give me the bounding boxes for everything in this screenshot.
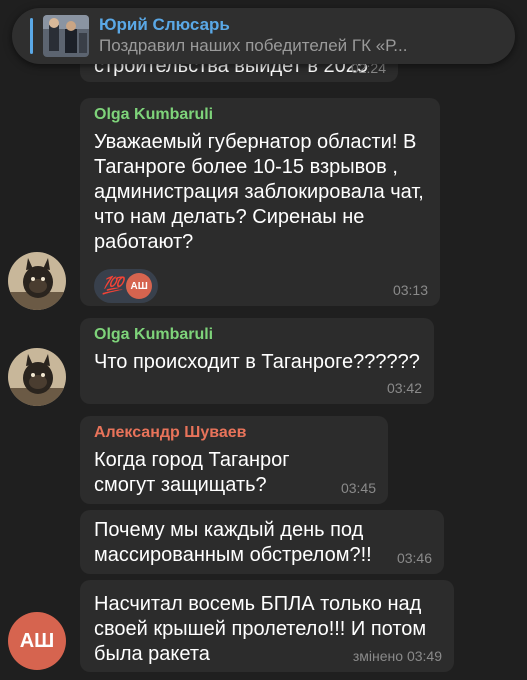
message-time: 03:42 (386, 380, 422, 396)
bulldog-avatar-image (8, 348, 66, 406)
pinned-message-bar[interactable]: Юрий Слюсарь Поздравил наших победителей… (12, 8, 515, 64)
message-time: змінено 03:49 (352, 648, 442, 664)
pinned-snippet: Поздравил наших победителей ГК «Р... (99, 36, 408, 55)
avatar[interactable] (8, 252, 66, 310)
message-text: Уважаемый губернатор области! В Таганрог… (94, 131, 424, 253)
message-time: 03:13 (392, 282, 428, 298)
message-time: 03:46 (396, 550, 432, 566)
message-text: Почему мы каждый день под массированным … (94, 519, 372, 566)
message-bubble[interactable]: Почему мы каждый день под массированным … (80, 510, 444, 574)
message-bubble[interactable]: Александр Шуваев Когда город Таганрог см… (80, 416, 388, 504)
message-text: Что происходит в Таганроге?????? (94, 351, 420, 373)
message-bubble[interactable]: Olga Kumbaruli Уважаемый губернатор обла… (80, 98, 440, 306)
message-time: 03:45 (340, 480, 376, 496)
sender-name[interactable]: Olga Kumbaruli (94, 106, 428, 124)
reaction-chip[interactable]: 💯 АШ (94, 269, 159, 303)
bulldog-avatar-image (8, 252, 66, 310)
pinned-title: Юрий Слюсарь (99, 15, 230, 34)
reaction-user-avatar: АШ (126, 273, 153, 299)
sender-name[interactable]: Александр Шуваев (94, 424, 376, 442)
reactions: 💯 АШ (94, 269, 428, 303)
pinned-content: Юрий Слюсарь Поздравил наших победителей… (99, 15, 407, 57)
avatar[interactable] (8, 348, 66, 406)
message-bubble[interactable]: Olga Kumbaruli Что происходит в Таганрог… (80, 318, 434, 404)
sender-name[interactable]: Olga Kumbaruli (94, 326, 422, 344)
pinned-thumbnail (43, 15, 89, 57)
message-bubble[interactable]: Насчитал восемь БПЛА только над своей кр… (80, 580, 454, 672)
message-text: Когда город Таганрог смогут защищать? (94, 449, 290, 496)
chat-area: строительства выйдет в 2025 02:24 Olga K… (0, 0, 527, 680)
hundred-points-icon: 💯 (102, 276, 123, 295)
avatar[interactable]: АШ (8, 612, 66, 670)
pinned-indicator (30, 18, 33, 54)
